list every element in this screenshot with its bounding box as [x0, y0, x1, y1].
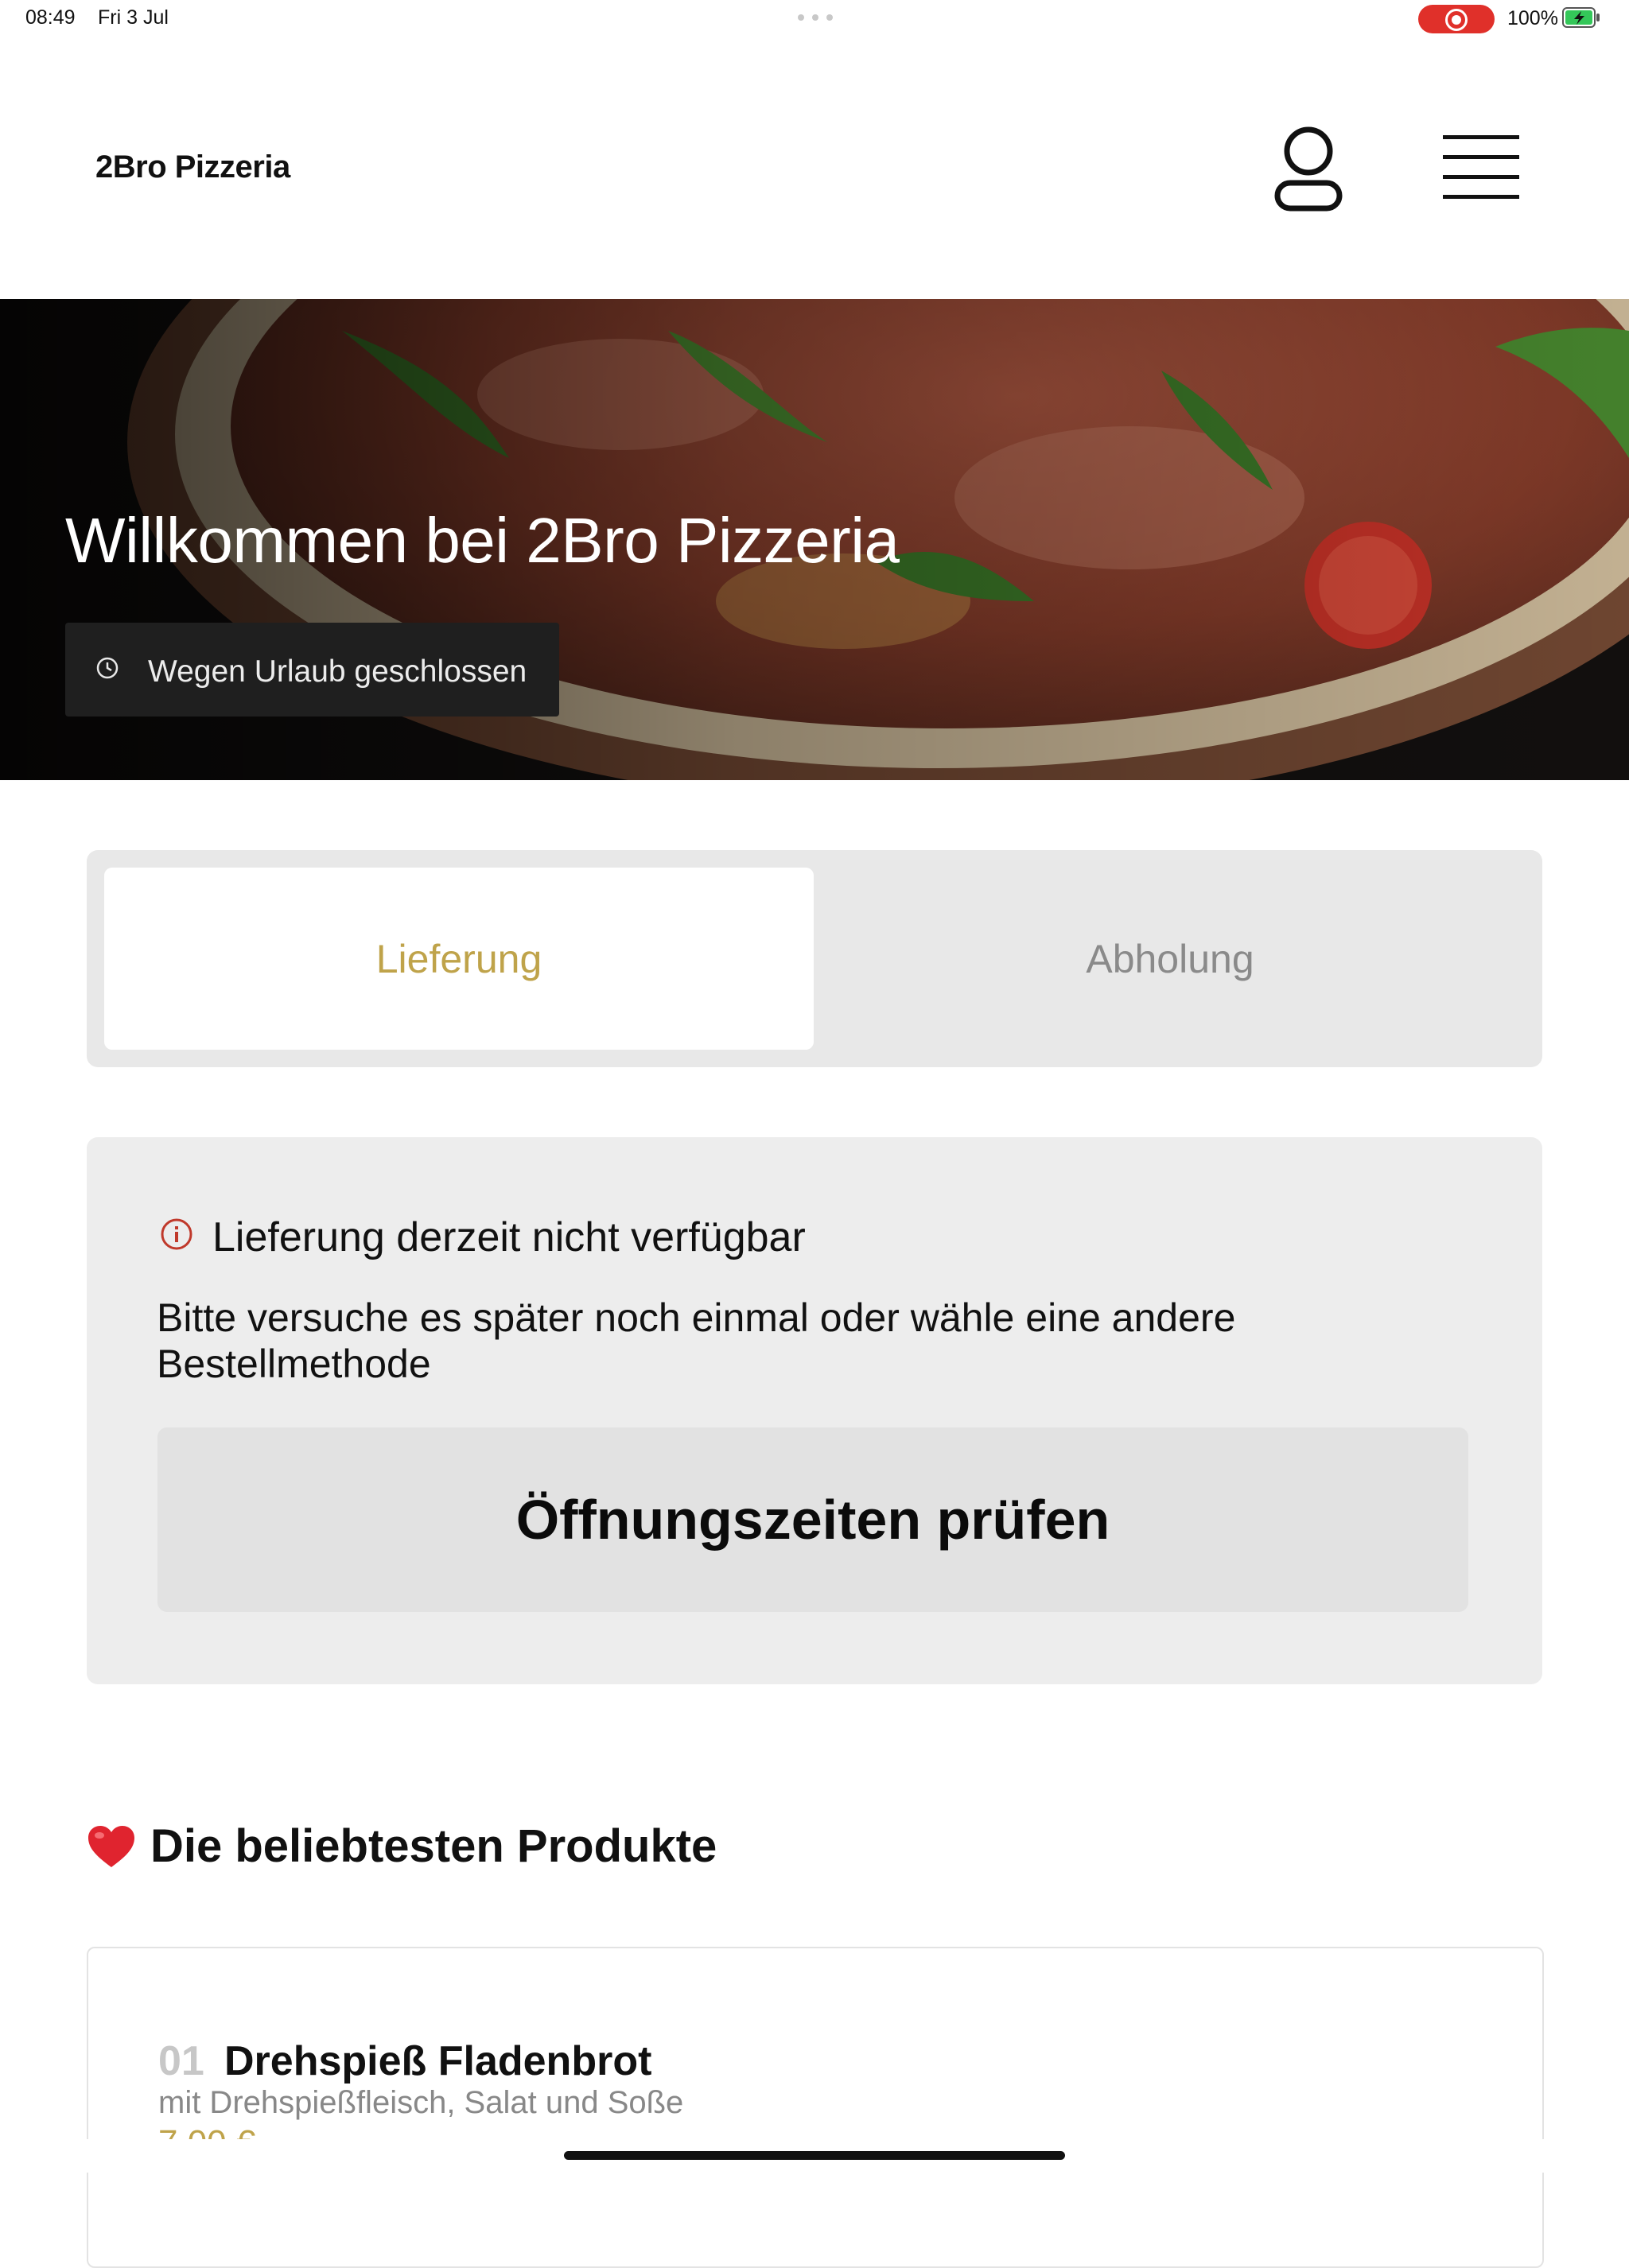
status-time: 08:49: [25, 6, 76, 29]
multitasking-dots-icon[interactable]: [798, 14, 833, 21]
tab-pickup[interactable]: Abholung: [815, 868, 1525, 1050]
heart-icon: [88, 1825, 134, 1867]
order-method-toggle: Lieferung Abholung: [87, 850, 1542, 1067]
store-status-badge: Wegen Urlaub geschlossen: [65, 623, 559, 717]
info-icon: [161, 1218, 192, 1250]
popular-products-heading: Die beliebtesten Produkte: [87, 1819, 717, 1873]
hero-banner: Willkommen bei 2Bro Pizzeria Wegen Urlau…: [0, 299, 1629, 780]
battery-percentage: 100%: [1507, 7, 1558, 29]
hamburger-menu-icon[interactable]: [1441, 134, 1521, 202]
notice-message: Bitte versuche es später noch einmal ode…: [157, 1295, 1236, 1386]
store-status-text: Wegen Urlaub geschlossen: [148, 654, 527, 689]
user-icon[interactable]: [1273, 124, 1344, 213]
popular-products-title: Die beliebtesten Produkte: [150, 1820, 717, 1872]
clock-icon: [96, 657, 119, 679]
status-bar: 08:49 Fri 3 Jul 100%: [0, 0, 1629, 38]
battery-charging-icon: [1562, 7, 1600, 28]
product-description: mit Drehspießfleisch, Salat und Soße: [158, 2085, 684, 2120]
home-indicator[interactable]: [564, 2151, 1065, 2160]
product-number: 01: [158, 2038, 204, 2084]
delivery-unavailable-notice: Lieferung derzeit nicht verfügbar Bitte …: [87, 1137, 1542, 1684]
product-card[interactable]: 01 Drehspieß Fladenbrot mit Drehspießfle…: [87, 1947, 1544, 2268]
brand-title[interactable]: 2Bro Pizzeria: [95, 150, 290, 185]
check-opening-hours-button[interactable]: Öffnungszeiten prüfen: [157, 1427, 1468, 1612]
status-date: Fri 3 Jul: [98, 6, 169, 29]
product-name: Drehspieß Fladenbrot: [224, 2038, 652, 2084]
notice-title: Lieferung derzeit nicht verfügbar: [212, 1214, 806, 1260]
hero-title: Willkommen bei 2Bro Pizzeria: [65, 505, 900, 576]
screen-recording-icon[interactable]: [1418, 5, 1495, 33]
tab-delivery[interactable]: Lieferung: [104, 868, 814, 1050]
